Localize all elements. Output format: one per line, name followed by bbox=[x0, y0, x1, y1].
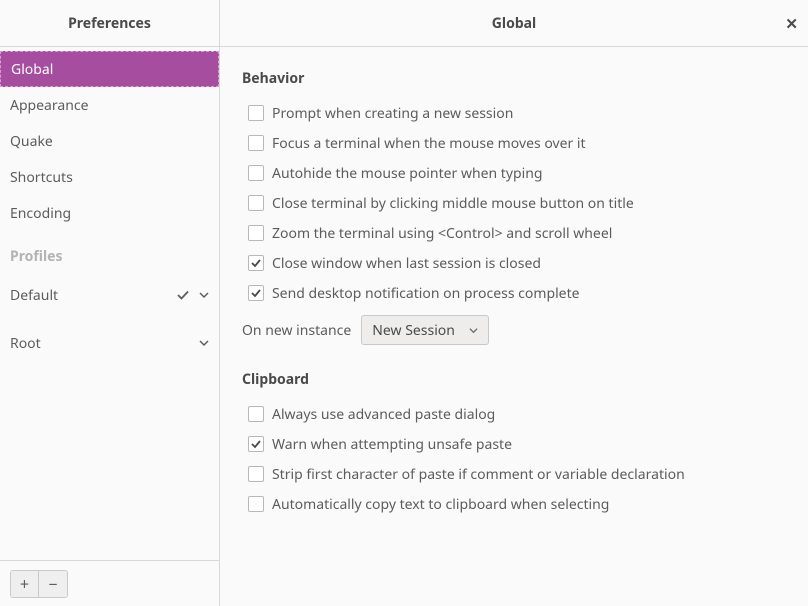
sidebar-title: Preferences bbox=[0, 0, 219, 47]
option-label: Warn when attempting unsafe paste bbox=[272, 435, 512, 454]
checkbox[interactable] bbox=[248, 285, 264, 301]
content-header: Global ✕ bbox=[220, 0, 808, 47]
sidebar: Preferences Global Appearance Quake Shor… bbox=[0, 0, 220, 606]
preferences-window: Preferences Global Appearance Quake Shor… bbox=[0, 0, 808, 606]
checkbox[interactable] bbox=[248, 105, 264, 121]
chevron-down-icon[interactable] bbox=[199, 290, 209, 300]
option-label: Zoom the terminal using <Control> and sc… bbox=[272, 224, 612, 243]
option-desktop-notification[interactable]: Send desktop notification on process com… bbox=[242, 278, 786, 308]
on-new-instance-combo[interactable]: New Session bbox=[361, 315, 489, 345]
profile-add-remove-group: + − bbox=[10, 570, 68, 598]
add-profile-button[interactable]: + bbox=[11, 571, 39, 597]
option-close-middle-click[interactable]: Close terminal by clicking middle mouse … bbox=[242, 188, 786, 218]
profile-name: Root bbox=[10, 334, 199, 353]
option-zoom-ctrl-scroll[interactable]: Zoom the terminal using <Control> and sc… bbox=[242, 218, 786, 248]
checkbox[interactable] bbox=[248, 406, 264, 422]
sidebar-item-shortcuts[interactable]: Shortcuts bbox=[0, 159, 219, 195]
content-pane: Global ✕ Behavior Prompt when creating a… bbox=[220, 0, 808, 606]
sidebar-footer: + − bbox=[0, 560, 219, 606]
option-label: Strip first character of paste if commen… bbox=[272, 465, 685, 484]
behavior-section-title: Behavior bbox=[242, 69, 786, 88]
option-label: Autohide the mouse pointer when typing bbox=[272, 164, 542, 183]
option-close-on-last-session[interactable]: Close window when last session is closed bbox=[242, 248, 786, 278]
option-label: Prompt when creating a new session bbox=[272, 104, 513, 123]
option-label: Automatically copy text to clipboard whe… bbox=[272, 495, 609, 514]
option-auto-copy-selection[interactable]: Automatically copy text to clipboard whe… bbox=[242, 489, 786, 519]
checkbox[interactable] bbox=[248, 135, 264, 151]
option-label: Close window when last session is closed bbox=[272, 254, 541, 273]
sidebar-item-global[interactable]: Global bbox=[0, 51, 219, 87]
option-prompt-new-session[interactable]: Prompt when creating a new session bbox=[242, 98, 786, 128]
checkbox[interactable] bbox=[248, 496, 264, 512]
profile-name: Default bbox=[10, 286, 177, 305]
option-warn-unsafe-paste[interactable]: Warn when attempting unsafe paste bbox=[242, 429, 786, 459]
profile-icons bbox=[199, 338, 209, 348]
option-focus-on-mouseover[interactable]: Focus a terminal when the mouse moves ov… bbox=[242, 128, 786, 158]
close-button[interactable]: ✕ bbox=[785, 0, 798, 47]
checkbox[interactable] bbox=[248, 436, 264, 452]
option-advanced-paste[interactable]: Always use advanced paste dialog bbox=[242, 399, 786, 429]
option-strip-first-char[interactable]: Strip first character of paste if commen… bbox=[242, 459, 786, 489]
sidebar-item-label: Appearance bbox=[10, 96, 89, 115]
check-icon bbox=[177, 289, 189, 301]
sidebar-item-label: Encoding bbox=[10, 204, 71, 223]
profiles-section-label: Profiles bbox=[0, 231, 219, 274]
sidebar-item-appearance[interactable]: Appearance bbox=[0, 87, 219, 123]
on-new-instance-row: On new instance New Session bbox=[242, 308, 786, 352]
page-title: Global bbox=[492, 14, 536, 33]
close-icon: ✕ bbox=[785, 14, 798, 34]
sidebar-item-label: Quake bbox=[10, 132, 53, 151]
content-body: Behavior Prompt when creating a new sess… bbox=[220, 47, 808, 606]
checkbox[interactable] bbox=[248, 466, 264, 482]
sidebar-item-label: Shortcuts bbox=[10, 168, 73, 187]
option-label: Always use advanced paste dialog bbox=[272, 405, 495, 424]
checkbox[interactable] bbox=[248, 195, 264, 211]
sidebar-item-encoding[interactable]: Encoding bbox=[0, 195, 219, 231]
sidebar-item-label: Global bbox=[11, 60, 53, 79]
sidebar-list: Global Appearance Quake Shortcuts Encodi… bbox=[0, 47, 219, 560]
checkbox[interactable] bbox=[248, 165, 264, 181]
remove-profile-button[interactable]: − bbox=[39, 571, 67, 597]
option-label: Close terminal by clicking middle mouse … bbox=[272, 194, 634, 213]
profile-item-default[interactable]: Default bbox=[0, 274, 219, 316]
profile-icons bbox=[177, 289, 209, 301]
clipboard-section-title: Clipboard bbox=[242, 370, 786, 389]
on-new-instance-label: On new instance bbox=[242, 321, 351, 340]
combo-value: New Session bbox=[372, 321, 455, 340]
option-label: Send desktop notification on process com… bbox=[272, 284, 580, 303]
checkbox[interactable] bbox=[248, 225, 264, 241]
option-label: Focus a terminal when the mouse moves ov… bbox=[272, 134, 586, 153]
chevron-down-icon bbox=[469, 326, 478, 335]
profile-item-root[interactable]: Root bbox=[0, 322, 219, 364]
sidebar-item-quake[interactable]: Quake bbox=[0, 123, 219, 159]
option-autohide-pointer[interactable]: Autohide the mouse pointer when typing bbox=[242, 158, 786, 188]
checkbox[interactable] bbox=[248, 255, 264, 271]
chevron-down-icon[interactable] bbox=[199, 338, 209, 348]
